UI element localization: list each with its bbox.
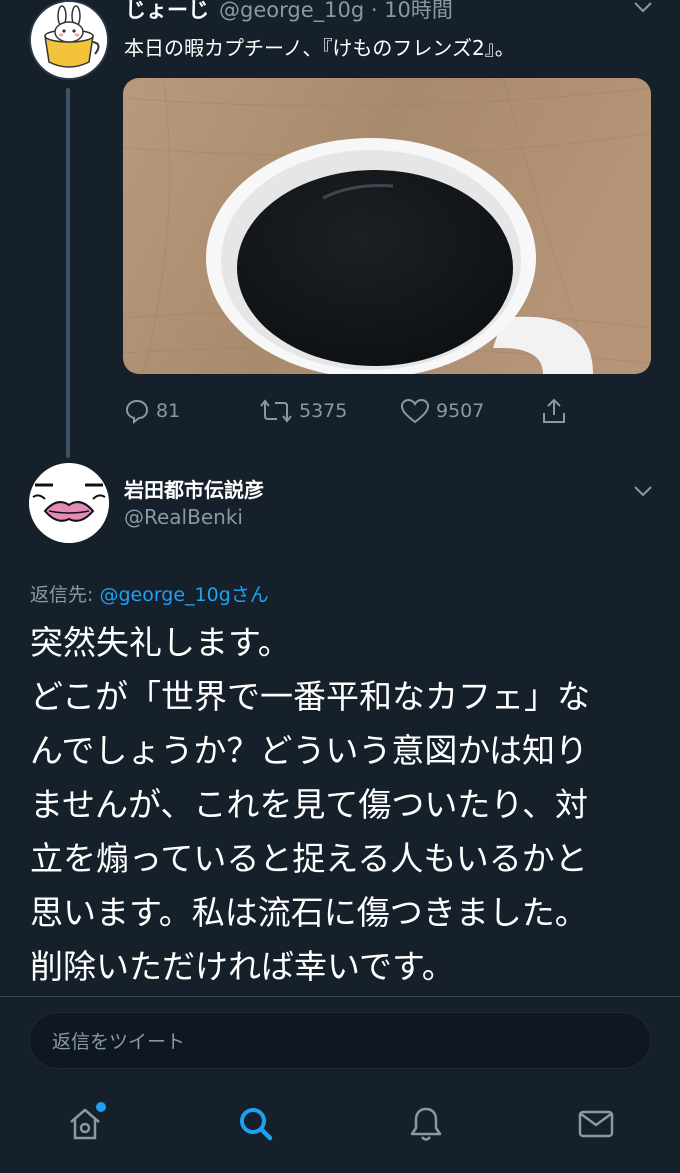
replying-to-label: 返信先: (30, 584, 100, 606)
notifications-icon (410, 1107, 442, 1141)
nav-search[interactable] (232, 1100, 280, 1148)
retweet-icon (260, 399, 292, 423)
tweet2-display-name[interactable]: 岩田都市伝説彦 (124, 474, 264, 503)
reply-tweet-input[interactable]: 返信をツイート (29, 1012, 651, 1069)
tweet2-body-line: ませんが、これを見て傷ついたり、対 (30, 785, 589, 824)
tweet2-body-line: んでしょうか？どういう意図かは知り (30, 731, 589, 770)
avatar-realbenki[interactable] (29, 463, 109, 543)
replying-to: 返信先: @george_10gさん (30, 580, 269, 607)
like-count: 9507 (436, 400, 485, 422)
tweet2-body: 突然失礼します。 どこが「世界で一番平和なカフェ」な んでしょうか？どういう意図… (30, 616, 660, 994)
tweet2-handle[interactable]: @RealBenki (124, 505, 243, 529)
reply-icon (125, 399, 149, 424)
messages-icon (578, 1110, 614, 1138)
tweet2-body-line: 突然失礼します。 (30, 623, 291, 662)
retweet-count: 5375 (299, 400, 348, 422)
tweet1-chevron-down-icon[interactable] (633, 0, 653, 14)
heart-icon (400, 398, 430, 424)
retweet-button[interactable]: 5375 (259, 397, 347, 425)
search-icon (240, 1108, 273, 1141)
tweet2-body-line: 削除いただければ幸いです。 (30, 947, 455, 986)
replying-to-mention[interactable]: @george_10gさん (99, 584, 268, 606)
tweet1-media-image[interactable] (123, 78, 651, 374)
like-button[interactable]: 9507 (400, 397, 484, 425)
reply-tweet-placeholder: 返信をツイート (52, 1031, 186, 1053)
tweet1-display-name[interactable]: じょーじ (125, 0, 209, 24)
share-button[interactable] (540, 397, 574, 425)
tweet2-body-line: 思います。私は流石に傷つきました。 (30, 893, 588, 932)
nav-notifications[interactable] (402, 1100, 450, 1148)
tweet2-body-line: どこが「世界で一番平和なカフェ」な (30, 677, 591, 716)
home-notification-dot (96, 1102, 106, 1112)
tweet2-chevron-down-icon[interactable] (633, 484, 653, 498)
tweet1-text: 本日の暇カプチーノ、『けものフレンズ2』。 (124, 36, 515, 60)
reply-count: 81 (156, 400, 181, 422)
thread-connector-line (66, 88, 70, 458)
share-icon (543, 398, 565, 423)
nav-messages[interactable] (572, 1100, 620, 1148)
divider (0, 996, 680, 997)
tweet1-handle-and-time[interactable]: @george_10g · 10時間 (219, 0, 453, 24)
tweet2-body-line: 立を煽っていると捉える人もいるかと (30, 839, 588, 878)
avatar-george[interactable] (29, 0, 109, 80)
reply-button[interactable]: 81 (124, 397, 180, 425)
